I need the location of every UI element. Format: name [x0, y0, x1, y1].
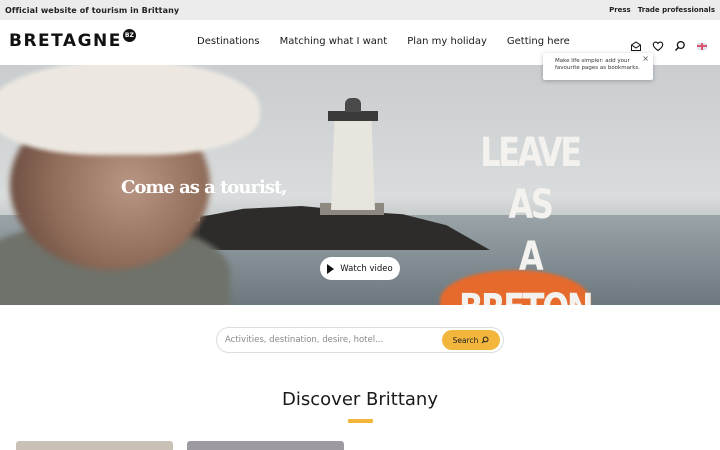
- bretagne-logo[interactable]: BRETAGNE BZ: [9, 29, 136, 53]
- search-button[interactable]: Search: [442, 330, 500, 350]
- newsletter-icon[interactable]: [630, 40, 642, 52]
- close-icon[interactable]: ×: [642, 54, 649, 63]
- heart-icon[interactable]: [652, 40, 664, 52]
- watch-video-button[interactable]: Watch video: [320, 257, 400, 280]
- logo-badge: BZ: [122, 29, 136, 42]
- press-link[interactable]: Press: [609, 6, 631, 14]
- search-button-label: Search: [452, 335, 479, 345]
- lighthouse: [331, 118, 375, 210]
- slogan-come-as-a-tourist: Come as a tourist,: [121, 177, 288, 198]
- discover-card[interactable]: [16, 441, 173, 450]
- lighthouse-gallery: [328, 111, 378, 121]
- nav-getting-here[interactable]: Getting here: [507, 36, 570, 47]
- flag-uk-icon[interactable]: [696, 40, 708, 52]
- play-icon: [327, 263, 335, 274]
- utility-links: Press Trade professionals: [609, 6, 715, 14]
- search-icon[interactable]: [674, 40, 686, 52]
- hero-banner: Come as a tourist, LEAVE AS A BRETON. Wa…: [0, 65, 720, 305]
- nav-matching-what-i-want[interactable]: Matching what I want: [280, 36, 388, 47]
- nav-plan-my-holiday[interactable]: Plan my holiday: [407, 36, 487, 47]
- logo-wordmark: BRETAGNE: [9, 31, 122, 51]
- search-icon: [482, 336, 489, 344]
- watch-video-label: Watch video: [340, 263, 393, 274]
- search-bar: Search: [216, 327, 504, 353]
- utility-bar: Official website of tourism in Brittany …: [0, 0, 720, 20]
- header-icons: [630, 40, 708, 52]
- slogan-leave-as-a-breton: LEAVE AS A BRETON.: [458, 127, 603, 305]
- search-input[interactable]: [225, 335, 442, 345]
- bookmark-tooltip: Make life simpler: add your favourite pa…: [543, 53, 653, 80]
- slogan-line-2: A BRETON.: [459, 234, 603, 305]
- nav-destinations[interactable]: Destinations: [197, 36, 260, 47]
- trade-professionals-link[interactable]: Trade professionals: [638, 6, 715, 14]
- main-nav: Destinations Matching what I want Plan m…: [197, 36, 570, 47]
- discover-card[interactable]: [187, 441, 344, 450]
- title-underline: [348, 419, 373, 423]
- section-title: Discover Brittany: [282, 389, 438, 410]
- lighthouse-lantern: [345, 98, 361, 112]
- slogan-line-1: LEAVE AS: [480, 130, 582, 228]
- tooltip-text: Make life simpler: add your favourite pa…: [555, 58, 641, 71]
- official-site-text: Official website of tourism in Brittany: [5, 5, 180, 15]
